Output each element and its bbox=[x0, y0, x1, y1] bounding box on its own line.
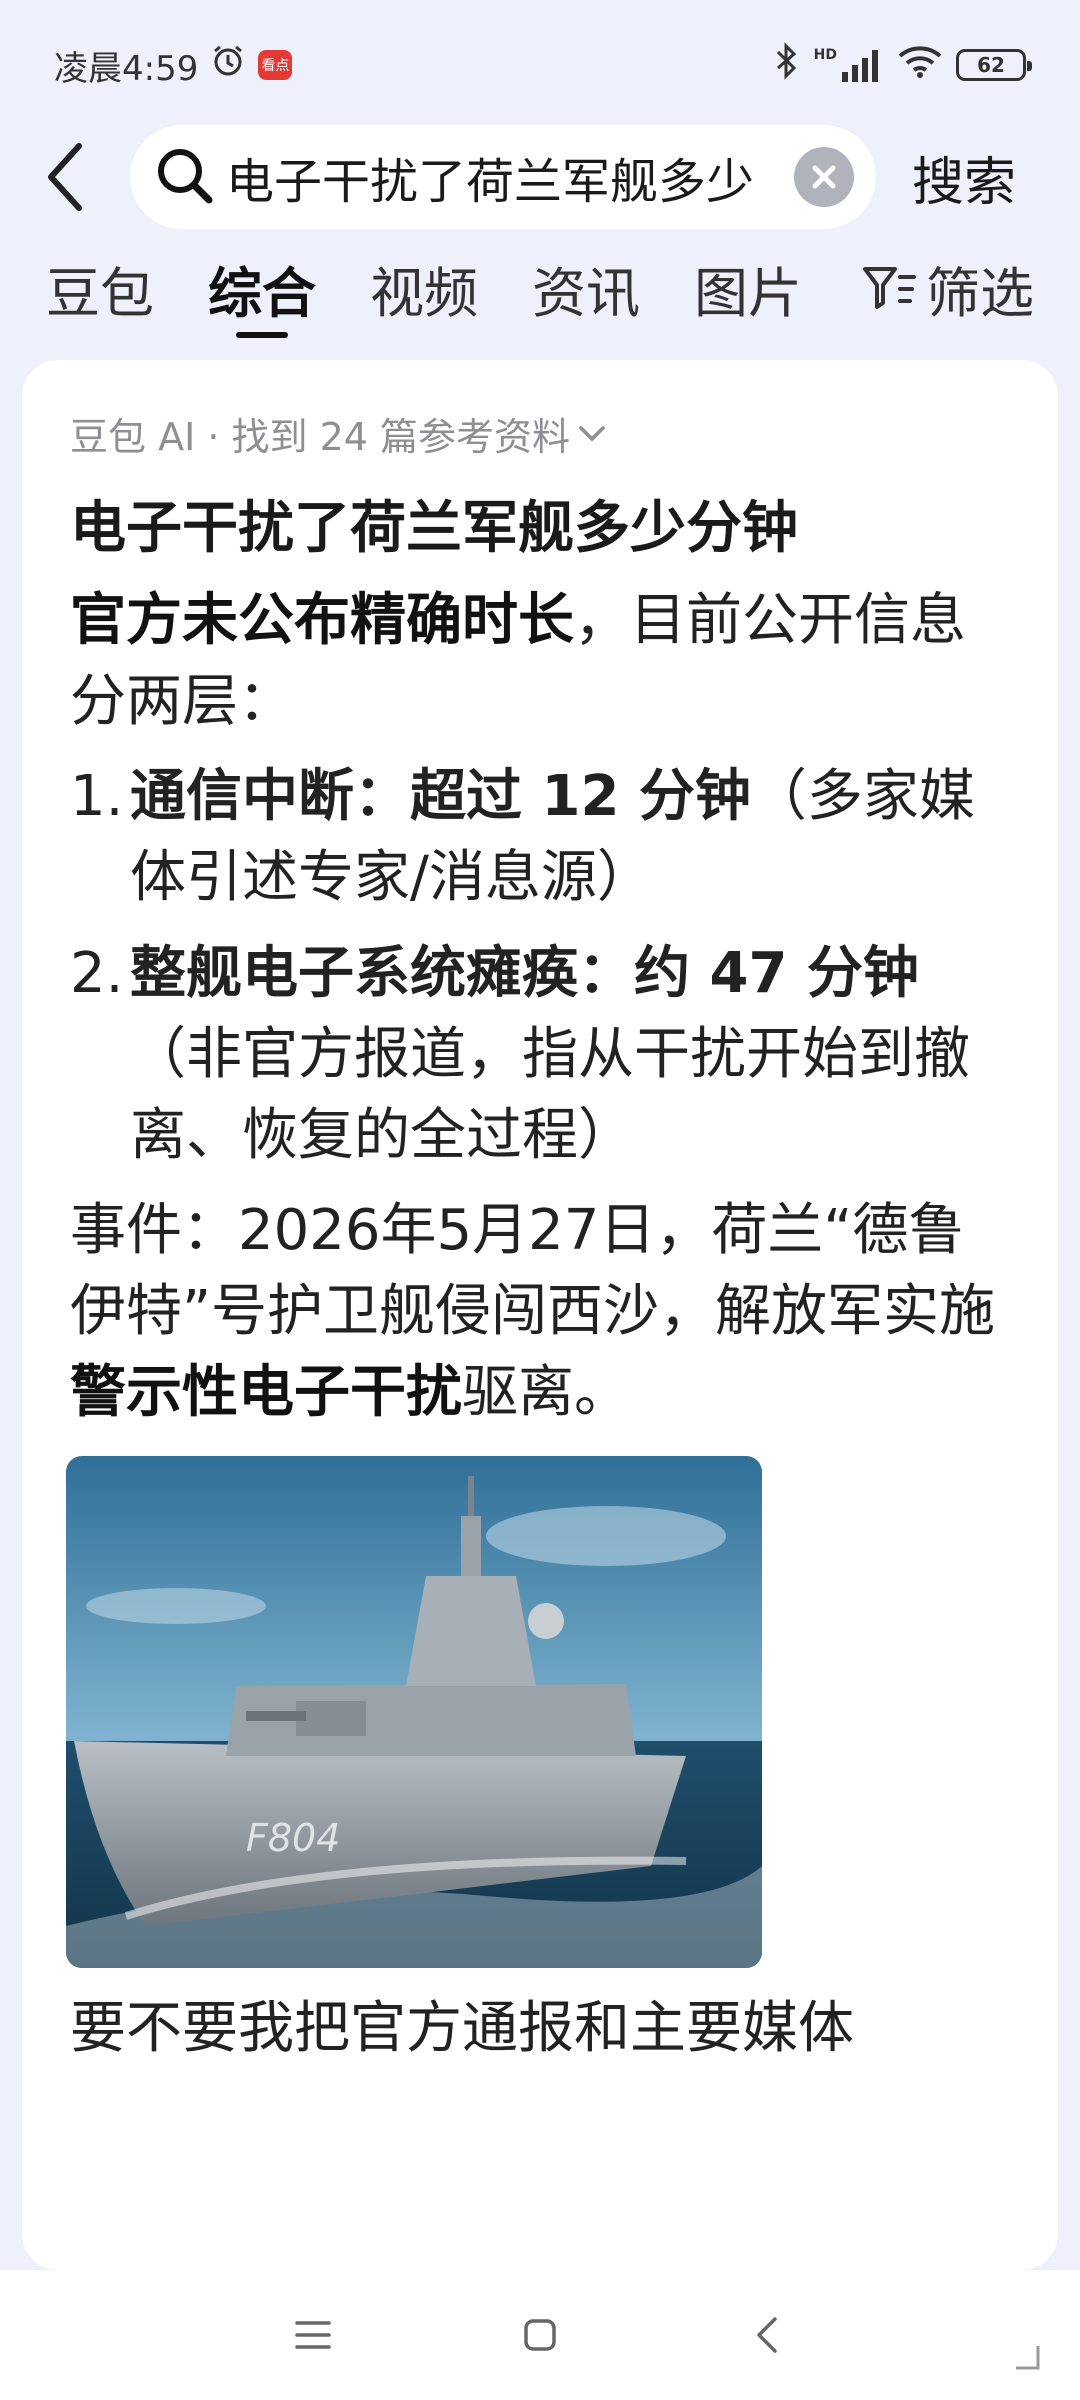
tab-video[interactable]: 视频 bbox=[370, 238, 478, 338]
list-number: 1. bbox=[70, 764, 124, 830]
chevron-left-icon bbox=[48, 143, 82, 211]
list-item-bold: 通信中断：超过 12 分钟 bbox=[130, 764, 751, 830]
corner-indicator-icon bbox=[1016, 2346, 1040, 2370]
home-square-icon bbox=[524, 2319, 556, 2351]
search-submit-button[interactable]: 搜索 bbox=[912, 140, 1016, 215]
search-bar-row: 电子干扰了荷兰军舰多少分钟 搜索 bbox=[0, 122, 1080, 232]
search-input[interactable]: 电子干扰了荷兰军舰多少分钟 bbox=[130, 125, 876, 229]
nav-back-button[interactable] bbox=[727, 2295, 807, 2375]
close-icon bbox=[812, 165, 836, 189]
trailing-text: 要不要我把官方通报和主要媒体 bbox=[70, 1995, 854, 2061]
answer-title: 电子干扰了荷兰军舰多少分钟 bbox=[70, 496, 798, 561]
event-prefix: 事件：2026年5月27日，荷兰“德鲁伊特”号护卫舰侵闯西沙，解放军实施 bbox=[70, 1198, 996, 1345]
list-item-bold: 整舰电子系统瘫痪：约 47 分钟 bbox=[130, 940, 919, 1006]
answer-intro-bold: 官方未公布精确时长 bbox=[70, 587, 574, 653]
tab-doubao[interactable]: 豆包 bbox=[46, 238, 154, 338]
alarm-icon bbox=[210, 43, 246, 88]
event-bold: 警示性电子干扰 bbox=[70, 1360, 462, 1426]
app-notification-icon: 看点 bbox=[258, 50, 293, 80]
ai-answer-card: 豆包 AI · 找到 24 篇参考资料 电子干扰了荷兰军舰多少分钟 官方未公布精… bbox=[22, 360, 1058, 2270]
signal-icon: HD bbox=[814, 48, 884, 82]
event-paragraph: 事件：2026年5月27日，荷兰“德鲁伊特”号护卫舰侵闯西沙，解放军实施警示性电… bbox=[70, 1190, 1012, 1434]
ai-source-toggle[interactable]: 豆包 AI · 找到 24 篇参考资料 bbox=[70, 406, 1012, 461]
hull-number-text: F804 bbox=[246, 1816, 340, 1860]
home-button[interactable] bbox=[500, 2295, 580, 2375]
menu-icon bbox=[295, 2321, 332, 2349]
list-number: 2. bbox=[70, 940, 124, 1006]
status-time: 凌晨4:59 bbox=[54, 48, 199, 89]
wifi-icon bbox=[898, 44, 942, 87]
filter-icon bbox=[863, 267, 916, 309]
status-bar: 凌晨4:59 看点 HD 62 bbox=[0, 0, 1080, 130]
search-icon bbox=[154, 145, 214, 209]
back-button[interactable] bbox=[0, 122, 100, 232]
event-suffix: 驱离。 bbox=[462, 1360, 630, 1426]
filter-label: 筛选 bbox=[926, 261, 1034, 325]
list-item-text: （非官方报道，指从干扰开始到撤离、恢复的全过程） bbox=[130, 1021, 970, 1168]
menu-button[interactable] bbox=[273, 2295, 353, 2375]
list-item: 1. 通信中断：超过 12 分钟（多家媒体引述专家/消息源） bbox=[70, 756, 1012, 918]
battery-icon: 62 bbox=[956, 49, 1032, 81]
frigate-image[interactable]: F804 bbox=[66, 1455, 762, 1968]
tab-images[interactable]: 图片 bbox=[694, 238, 802, 338]
tab-comprehensive[interactable]: 综合 bbox=[208, 238, 316, 338]
answer-intro: 官方未公布精确时长，目前公开信息分两层： bbox=[70, 580, 1012, 742]
chevron-down-icon bbox=[579, 425, 605, 441]
back-triangle-icon bbox=[756, 2317, 777, 2353]
tab-news[interactable]: 资讯 bbox=[532, 238, 640, 338]
clear-search-button[interactable] bbox=[794, 147, 854, 207]
system-nav-bar bbox=[0, 2270, 1080, 2400]
search-query-text[interactable]: 电子干扰了荷兰军舰多少分钟 bbox=[226, 142, 756, 212]
bluetooth-icon bbox=[774, 41, 800, 89]
category-tabs: 豆包 综合 视频 资讯 图片 筛选 bbox=[0, 238, 1080, 338]
list-item: 2. 整舰电子系统瘫痪：约 47 分钟 （非官方报道，指从干扰开始到撤离、恢复的全… bbox=[70, 933, 1012, 1177]
source-label: 豆包 AI · 找到 24 篇参考资料 bbox=[70, 415, 571, 459]
filter-button[interactable]: 筛选 bbox=[862, 238, 1034, 338]
